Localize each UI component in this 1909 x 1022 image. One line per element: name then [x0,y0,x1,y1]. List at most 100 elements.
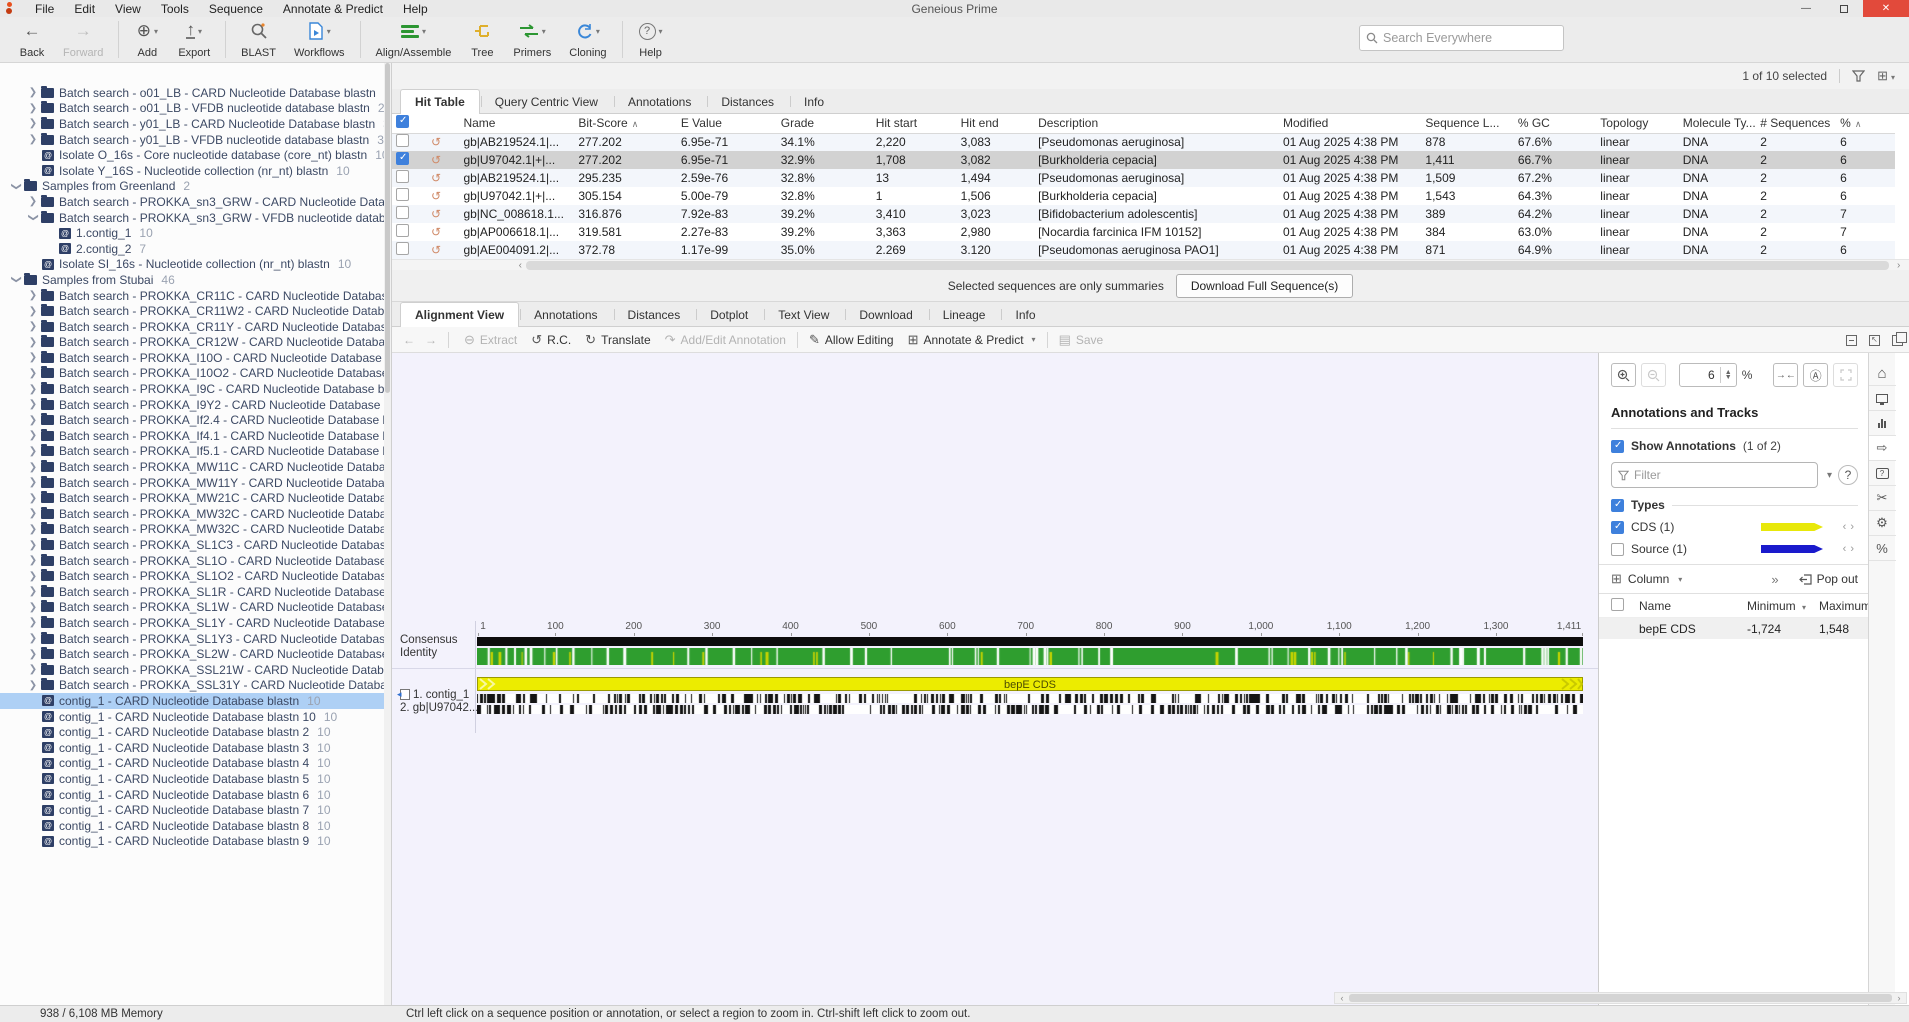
chevron-right-icon[interactable]: ❯ [27,555,39,566]
bepE-cds-annotation[interactable]: bepE CDS [477,676,1583,692]
tab-dotplot[interactable]: Dotplot [695,302,763,326]
sequence-2-track[interactable] [477,705,1583,714]
tree-item[interactable]: ❯Batch search - PROKKA_SL1Y3 - CARD Nucl… [0,631,391,647]
chevron-right-icon[interactable]: ❯ [27,586,39,597]
menu-file[interactable]: File [26,1,63,17]
chevron-right-icon[interactable]: ❯ [27,617,39,628]
chevron-right-icon[interactable]: ❯ [27,415,39,426]
hit-table-horizontal-scrollbar[interactable]: ‹ › [392,259,1909,270]
hit-table-row[interactable]: ↺gb|U97042.1|+|...277.2026.95e-7132.9%1,… [392,151,1895,169]
gear-icon[interactable]: ⚙ [1869,511,1896,536]
tree-item[interactable]: ❯Batch search - PROKKA_SSL31Y - CARD Nuc… [0,678,391,694]
tree-item[interactable]: @contig_1 - CARD Nucleotide Database bla… [0,709,391,725]
menu-help[interactable]: Help [394,1,437,17]
tree-item[interactable]: ❯Batch search - PROKKA_If2.4 - CARD Nucl… [0,412,391,428]
tree-item[interactable]: ❯Batch search - PROKKA_SL2W - CARD Nucle… [0,646,391,662]
tree-item[interactable]: ❯Batch search - PROKKA_CR12W - CARD Nucl… [0,335,391,351]
chevron-right-icon[interactable]: ❯ [27,368,39,379]
tree-item[interactable]: ❯Batch search - PROKKA_If4.1 - CARD Nucl… [0,428,391,444]
type-prev-next-icons[interactable]: ‹› [1830,521,1858,533]
type-row-source-1-[interactable]: Source (1)‹› [1611,542,1858,556]
tree-item[interactable]: @contig_1 - CARD Nucleotide Database bla… [0,834,391,850]
tab-annotations[interactable]: Annotations [613,89,706,113]
chevron-right-icon[interactable]: ❯ [27,680,39,691]
select-all-checkbox[interactable] [396,115,409,128]
column-header-#-sequences[interactable]: # Sequences [1756,114,1836,133]
types-header-row[interactable]: Types [1611,498,1858,512]
tree-item[interactable]: ❯Batch search - PROKKA_If5.1 - CARD Nucl… [0,444,391,460]
chevron-right-icon[interactable]: ❯ [27,430,39,441]
tree-item[interactable]: ❯Batch search - PROKKA_I10O2 - CARD Nucl… [0,366,391,382]
column-header-%-gc[interactable]: % GC [1514,114,1596,133]
chevron-right-icon[interactable]: ❯ [27,571,39,582]
restore-view-icon[interactable] [1869,335,1880,346]
chevron-down-icon[interactable]: ❯ [28,212,39,224]
column-header-sequence-l-[interactable]: Sequence L... [1421,114,1513,133]
scroll-left-icon[interactable]: ‹ [392,260,522,271]
tree-item[interactable]: ❯Samples from Stubai46 [0,272,391,288]
minimize-button[interactable]: — [1787,0,1825,17]
column-header-e-value[interactable]: E Value [677,114,777,133]
tree-item[interactable]: ❯Batch search - PROKKA_CR11Y - CARD Nucl… [0,319,391,335]
chevron-right-icon[interactable]: ❯ [27,477,39,488]
tree-item[interactable]: ❯Batch search - PROKKA_sn3_GRW - VFDB nu… [0,210,391,226]
column-header-molecule-ty-[interactable]: Molecule Ty... [1679,114,1756,133]
tree-item[interactable]: ❯Batch search - PROKKA_MW32C - CARD Nucl… [0,506,391,522]
tree-item[interactable]: ❯Batch search - PROKKA_sn3_GRW - CARD Nu… [0,194,391,210]
column-header-hit-start[interactable]: Hit start [872,114,957,133]
percent-icon[interactable]: % [1869,536,1896,561]
tab-alignment-view[interactable]: Alignment View [400,302,519,327]
row-checkbox[interactable] [396,134,409,147]
chevron-right-icon[interactable]: ❯ [27,321,39,332]
row-checkbox[interactable] [396,152,409,165]
home-icon[interactable]: ⌂ [1869,361,1896,386]
tree-item[interactable]: ❯Batch search - PROKKA_SL1Y - CARD Nucle… [0,615,391,631]
chevron-right-icon[interactable]: ❯ [27,399,39,410]
types-checkbox[interactable] [1611,499,1624,512]
extract-button[interactable]: ⊖Extract [457,329,524,351]
chevron-down-icon[interactable]: ❯ [11,180,22,192]
arrow-track-icon[interactable]: ⇨ [1869,436,1896,461]
chevron-right-icon[interactable]: ❯ [27,540,39,551]
column-button[interactable]: Column [1628,572,1669,586]
chevron-right-icon[interactable]: ❯ [27,462,39,473]
tree-item[interactable]: @contig_1 - CARD Nucleotide Database bla… [0,802,391,818]
chevron-right-icon[interactable]: ❯ [27,196,39,207]
tree-item[interactable]: ❯Batch search - PROKKA_CR11W2 - CARD Nuc… [0,303,391,319]
chevron-right-icon[interactable]: ❯ [27,118,39,129]
tree-item[interactable]: ❯Batch search - o01_LB - VFDB nucleotide… [0,101,391,117]
tree-item[interactable]: @2.contig_27 [0,241,391,257]
chevron-right-icon[interactable]: ❯ [27,306,39,317]
chevron-right-icon[interactable]: ❯ [27,337,39,348]
add-button[interactable]: ⊕▾Add [125,17,169,62]
download-full-sequences-button[interactable]: Download Full Sequence(s) [1176,274,1353,298]
filter-help-button[interactable]: ? [1838,465,1858,485]
column-header-modified[interactable]: Modified [1279,114,1421,133]
type-checkbox[interactable] [1611,521,1624,534]
hit-table-row[interactable]: ↺gb|NC_008618.1...316.8767.92e-8339.2%3,… [392,205,1895,223]
tree-item[interactable]: @contig_1 - CARD Nucleotide Database bla… [0,756,391,772]
chevron-right-icon[interactable]: ❯ [27,524,39,535]
annotation-filter-box[interactable] [1611,462,1818,488]
search-everywhere-box[interactable] [1359,25,1564,51]
tree-item[interactable]: ❯Batch search - PROKKA_MW21C - CARD Nucl… [0,490,391,506]
add-edit-annotation-button[interactable]: ↷Add/Edit Annotation [658,329,793,351]
workflows-button[interactable]: ▾Workflows [285,17,354,62]
chevron-right-icon[interactable]: ❯ [27,87,39,98]
chevron-right-icon[interactable]: ❯ [27,352,39,363]
tree-item[interactable]: @contig_1 - CARD Nucleotide Database bla… [0,771,391,787]
alignment-forward-icon[interactable]: → [422,329,440,351]
duplicate-view-icon[interactable] [1892,335,1903,346]
columns-icon[interactable]: ⊞▾ [1877,68,1895,84]
chevron-down-icon[interactable]: ❯ [11,274,22,286]
tree-item[interactable]: ❯Batch search - PROKKA_SL1O2 - CARD Nucl… [0,568,391,584]
chevron-right-icon[interactable]: ❯ [27,508,39,519]
column-header-topology[interactable]: Topology [1596,114,1678,133]
allow-editing-button[interactable]: ✎Allow Editing [802,329,901,351]
r.c.-button[interactable]: ↺R.C. [524,329,578,351]
annotate-predict-button[interactable]: ⊞Annotate & Predict▾ [901,329,1043,351]
chevron-right-icon[interactable]: ❯ [27,290,39,301]
chevron-right-icon[interactable]: ❯ [27,384,39,395]
zoom-in-button[interactable] [1611,363,1636,387]
annotation-filter-input[interactable] [1634,468,1811,482]
